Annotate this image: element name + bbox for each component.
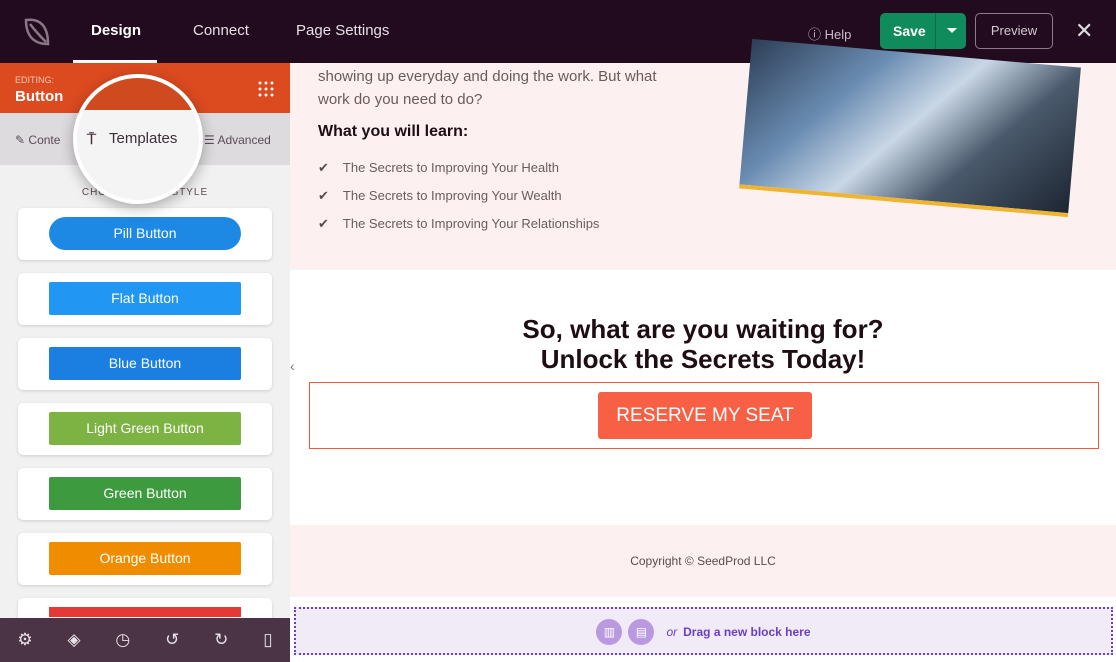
template-button-preview: Orange Button <box>49 542 241 575</box>
office-photo <box>739 38 1081 218</box>
tab-advanced[interactable]: ☰ Advanced <box>204 133 271 147</box>
preview-button[interactable]: Preview <box>975 13 1053 49</box>
mobile-preview-icon[interactable]: ▯ <box>263 630 272 650</box>
template-card[interactable]: Orange Button <box>18 533 272 585</box>
template-button-preview: Pill Button <box>49 217 241 250</box>
template-button-preview: Light Green Button <box>49 412 241 445</box>
template-button-preview: Flat Button <box>49 282 241 315</box>
intro-text: showing up everyday and doing the work. … <box>318 68 657 108</box>
list-item: ✔ The Secrets to Improving Your Health <box>318 160 559 175</box>
template-button-preview: Green Button <box>49 477 241 510</box>
list-item: ✔ The Secrets to Improving Your Wealth <box>318 188 562 203</box>
selected-button-block[interactable]: RESERVE MY SEAT <box>309 382 1099 449</box>
history-icon[interactable]: ◷ <box>115 630 130 650</box>
template-card[interactable]: Pill Button <box>18 208 272 260</box>
template-card[interactable]: Blue Button <box>18 338 272 390</box>
cta-heading: So, what are you waiting for? Unlock the … <box>522 314 884 374</box>
seedprod-logo-icon <box>24 18 50 46</box>
reserve-seat-button[interactable]: RESERVE MY SEAT <box>598 392 812 439</box>
list-item: ✔ The Secrets to Improving Your Relations… <box>318 216 600 231</box>
close-icon[interactable]: ✕ <box>1075 18 1093 44</box>
columns-icon[interactable]: ▥ <box>596 619 623 645</box>
tab-connect[interactable]: Connect <box>193 22 249 39</box>
save-dropdown-button[interactable] <box>935 13 966 49</box>
check-icon: ✔ <box>318 216 329 231</box>
check-icon: ✔ <box>318 160 329 175</box>
pencil-icon: ✎ <box>15 133 26 147</box>
page-canvas: showing up everyday and doing the work. … <box>290 38 1116 662</box>
editing-label: EDITING: <box>15 75 55 85</box>
top-bar: Design Connect Page Settings ⓘ Help Save… <box>0 0 1116 63</box>
tab-page-settings[interactable]: Page Settings <box>296 22 389 39</box>
paint-roller-icon: ⍑ <box>87 131 97 148</box>
undo-icon[interactable]: ↺ <box>165 630 179 650</box>
section-icon[interactable]: ▤ <box>628 619 655 645</box>
tab-templates[interactable]: ⍑ Templates <box>73 74 203 204</box>
footer-copyright: Copyright © SeedProd LLC <box>290 525 1116 597</box>
collapse-sidebar-icon[interactable]: ‹ <box>290 358 295 374</box>
editing-value: Button <box>15 88 64 105</box>
template-card[interactable] <box>18 598 272 618</box>
grid-menu-icon[interactable] <box>257 80 275 98</box>
help-link[interactable]: ⓘ Help <box>808 24 851 43</box>
template-card[interactable]: Green Button <box>18 468 272 520</box>
redo-icon[interactable]: ↻ <box>214 630 228 650</box>
layers-icon[interactable]: ◈ <box>67 630 80 650</box>
template-card[interactable]: Flat Button <box>18 273 272 325</box>
template-button-preview: Blue Button <box>49 347 241 380</box>
drag-block-dropzone[interactable]: ▥ ▤ or Drag a new block here <box>294 607 1113 655</box>
learn-section: showing up everyday and doing the work. … <box>290 38 1116 270</box>
tab-content[interactable]: ✎ Conte <box>15 133 60 147</box>
settings-icon[interactable]: ⚙ <box>17 630 32 650</box>
sliders-icon: ☰ <box>204 133 215 147</box>
check-icon: ✔ <box>318 188 329 203</box>
template-card[interactable]: Light Green Button <box>18 403 272 455</box>
help-icon: ⓘ <box>808 27 822 42</box>
tab-design[interactable]: Design <box>91 22 141 39</box>
learn-heading: What you will learn: <box>318 123 469 140</box>
bottom-toolbar: ⚙ ◈ ◷ ↺ ↻ ▯ <box>0 618 290 662</box>
save-button[interactable]: Save <box>880 13 966 49</box>
template-button-preview <box>49 607 241 617</box>
